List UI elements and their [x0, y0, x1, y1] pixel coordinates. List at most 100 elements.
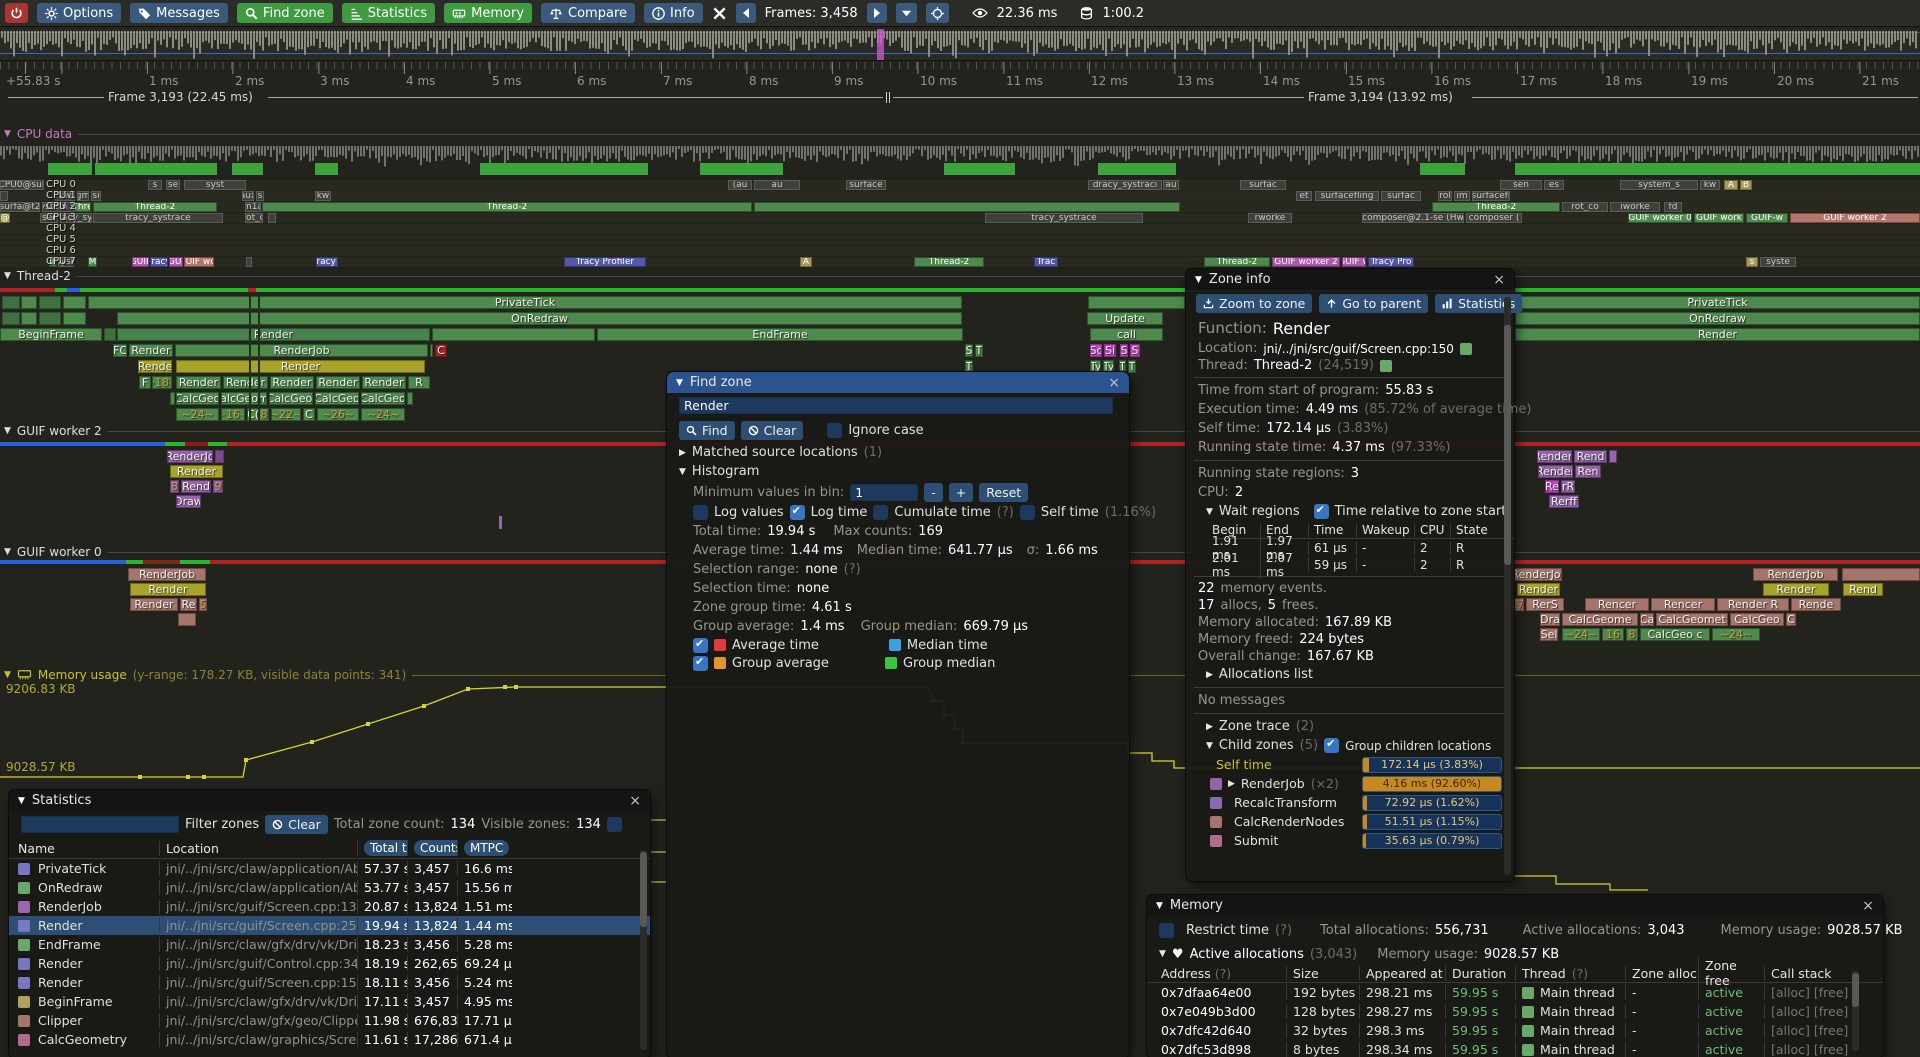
timeline-zone[interactable]: si — [91, 191, 101, 201]
timeline-zone[interactable]: s — [1746, 257, 1758, 267]
timeline-zone[interactable] — [407, 392, 413, 405]
col-call-stack[interactable]: Call stack — [1764, 966, 1854, 981]
timeline-zone[interactable]: GUIF worker 2 — [1790, 213, 1920, 223]
alloc-callstack-alloc[interactable]: [alloc] — [1771, 985, 1810, 1000]
timeline-zone[interactable]: Render — [130, 583, 206, 596]
collapse-icon[interactable]: ▼ — [1156, 901, 1163, 911]
zoom-to-zone-button[interactable]: Zoom to zone — [1196, 294, 1312, 313]
timeline-zone[interactable] — [104, 328, 116, 341]
timeline-zone[interactable]: m1a — [245, 202, 261, 212]
timeline-zone[interactable]: CPU0@sur — [0, 180, 44, 190]
timeline-zone[interactable]: s — [256, 191, 264, 201]
zone-info-titlebar[interactable]: ▼ Zone info × — [1186, 269, 1514, 290]
timeline-zone[interactable]: ~24~ — [361, 408, 405, 421]
alloc-callstack-alloc[interactable]: [alloc] — [1771, 1042, 1810, 1057]
timeline-zone[interactable]: Tracy Pro — [1368, 257, 1414, 267]
clear-button[interactable]: Clear — [741, 421, 804, 440]
alloc-callstack-alloc[interactable]: [alloc] — [1771, 1023, 1810, 1038]
timeline-zone[interactable]: fd — [1664, 202, 1682, 212]
timeline-zone[interactable] — [2, 312, 20, 325]
allocation-row[interactable]: 0x7e049b3d00 128 bytes 298.27 ms 59.95 s… — [1147, 1002, 1883, 1021]
timeline-zone[interactable]: Rende — [1791, 598, 1841, 611]
statistics-row[interactable]: Render jni/../jni/src/guif/Screen.cpp:25… — [9, 916, 650, 935]
timeline-zone[interactable] — [39, 296, 61, 309]
col-zone-alloc[interactable]: Zone alloc — [1625, 966, 1698, 981]
timeline-zone[interactable]: kw — [1700, 180, 1720, 190]
timeline-zone[interactable]: GUIF worker 0 — [1628, 213, 1692, 223]
child-zone-row[interactable]: CalcRenderNodes 51.51 µs (1.15%) — [1186, 812, 1514, 831]
timeline-zone[interactable]: aux — [242, 191, 254, 201]
timeline-zone[interactable] — [754, 202, 1180, 212]
find-button[interactable]: Find — [679, 421, 735, 440]
col-cpu[interactable]: CPU — [1414, 523, 1450, 537]
zone-info-scrollbar[interactable] — [1504, 297, 1511, 875]
timeline-zone[interactable]: surfacefl — [1472, 191, 1510, 201]
timeline-zone[interactable]: A — [800, 257, 812, 267]
timeline-zone[interactable]: A — [1724, 180, 1738, 190]
col-counts[interactable]: Counts — [414, 840, 457, 856]
statistics-row[interactable]: CalcGeometry jni/../jni/src/claw/graphic… — [9, 1030, 650, 1049]
timeline-zone[interactable]: syste — [1760, 257, 1796, 267]
col-address[interactable]: Address — [1161, 966, 1211, 981]
timeline-zone[interactable] — [1088, 296, 1185, 309]
timeline-zone[interactable]: S — [965, 344, 973, 357]
collapse-icon[interactable]: ▼ — [1195, 275, 1202, 285]
timeline-zone[interactable]: C — [1786, 613, 1796, 626]
timeline-zone[interactable]: Render — [362, 376, 406, 389]
alloc-callstack-free[interactable]: [free] — [1814, 1042, 1848, 1057]
timeline-zone[interactable]: 5 — [199, 598, 207, 611]
col-location[interactable]: Location — [159, 841, 357, 856]
collapse-icon[interactable]: ▼ — [1206, 507, 1213, 517]
timeline-zone[interactable]: 9 — [213, 480, 223, 493]
timeline-zone[interactable]: ~24~ — [1712, 628, 1760, 641]
collapse-icon[interactable]: ▼ — [1159, 949, 1166, 959]
ignore-case-checkbox[interactable] — [827, 423, 842, 438]
timeline-zone[interactable]: Render — [176, 360, 425, 373]
expand-icon[interactable]: ▶ — [1206, 722, 1213, 732]
timeline-zone[interactable]: Rend — [181, 480, 211, 493]
timeline-zone[interactable] — [268, 213, 276, 223]
timeline-zone[interactable] — [185, 442, 208, 446]
show-group-checkbox[interactable] — [693, 656, 708, 671]
reset-button[interactable]: Reset — [979, 483, 1028, 502]
statistics-scrollbar[interactable] — [640, 850, 647, 1050]
timeline-zone[interactable]: RenderJob — [1753, 568, 1838, 581]
timeline-zone[interactable]: CalcGeomet — [1656, 613, 1728, 626]
timeline-zone[interactable]: 8 — [1626, 628, 1638, 641]
timeline-zone[interactable]: EndFrame — [597, 328, 963, 341]
help-icon[interactable]: (?) — [997, 505, 1014, 520]
timeline-zone[interactable]: Render R — [1717, 598, 1789, 611]
timeline-zone[interactable]: Re — [180, 598, 197, 611]
timeline-zone[interactable]: Render — [1515, 328, 1920, 341]
timeline-zone[interactable]: RenderJob — [175, 344, 428, 357]
timeline-zone[interactable]: surfac — [1381, 191, 1421, 201]
timeline-zone[interactable]: M — [88, 257, 97, 267]
timeline-zone[interactable]: Rende — [138, 360, 172, 373]
timeline-zone[interactable]: surfacefling — [1315, 191, 1379, 201]
timeline-zone[interactable]: 8 — [259, 408, 269, 421]
timeline-zone[interactable]: CalcGeo c — [1640, 628, 1710, 641]
allocation-row[interactable]: 0x7dfc42d640 32 bytes 298.3 ms 59.95 s M… — [1147, 1021, 1883, 1040]
timeline-zone[interactable]: 8 — [170, 480, 179, 493]
collapse-icon[interactable]: ▼ — [679, 467, 686, 477]
timeline-zone[interactable]: Thread-2 — [914, 257, 984, 267]
timeline-zone[interactable] — [248, 288, 256, 292]
close-icon[interactable]: × — [629, 793, 641, 809]
relative-time-checkbox[interactable] — [1314, 504, 1329, 519]
timeline-zone[interactable]: GUI — [169, 257, 183, 267]
timeline-zone[interactable]: S — [1120, 344, 1128, 357]
timeline-zone[interactable] — [215, 450, 224, 463]
timeline-zone[interactable] — [55, 288, 67, 292]
col-time[interactable]: Time — [1308, 523, 1356, 537]
timeline-zone[interactable]: call — [1090, 328, 1163, 341]
timeline-zone[interactable]: Dra — [1540, 613, 1560, 626]
timeline-zone[interactable]: Trac — [1034, 257, 1058, 267]
timeline-zone[interactable]: sen — [1500, 180, 1542, 190]
timeline-zone[interactable]: Thread-2 — [1432, 202, 1560, 212]
timeline-zone[interactable]: Rerff — [1549, 495, 1579, 508]
timeline-zone[interactable]: C — [303, 408, 315, 421]
log-time-checkbox[interactable] — [790, 505, 805, 520]
timeline-zone[interactable]: OnRedraw — [1515, 312, 1920, 325]
timeline-zone[interactable]: composer@2.1-se (Hw — [1362, 213, 1464, 223]
timeline-zone[interactable]: PrivateTick — [1515, 296, 1920, 309]
